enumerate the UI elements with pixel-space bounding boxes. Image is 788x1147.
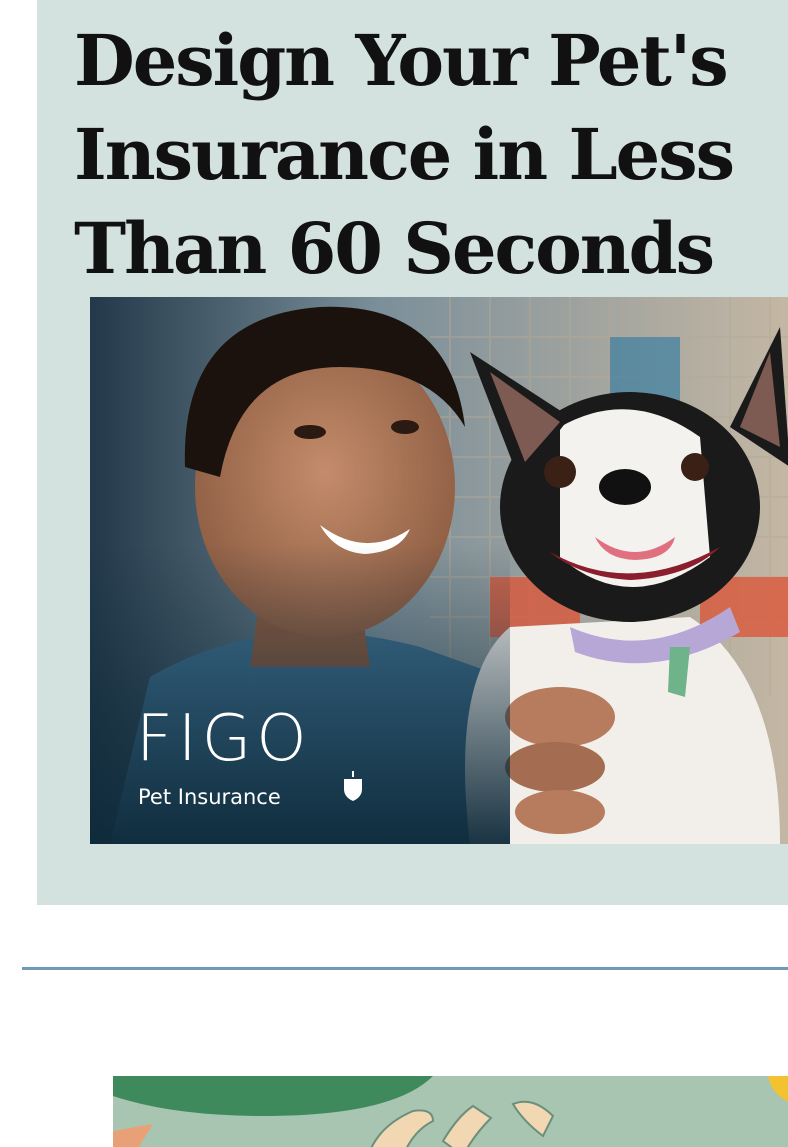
hands-illustration (113, 1076, 788, 1147)
page: Design Your Pet's Insurance in Less Than… (0, 0, 788, 1147)
figo-logo-wordmark: FIGO (136, 702, 312, 776)
figo-logo-subtitle: Pet Insurance (138, 785, 281, 809)
figo-ad-image[interactable]: FIGO Pet Insurance (90, 297, 788, 844)
promo-headline[interactable]: Design Your Pet's Insurance in Less Than… (74, 14, 788, 296)
figo-logo: FIGO Pet Insurance (136, 702, 396, 809)
promo-card[interactable]: Design Your Pet's Insurance in Less Than… (37, 0, 788, 905)
next-section-illustration (113, 1076, 788, 1147)
pet-tag-icon (344, 771, 362, 801)
section-divider (22, 967, 788, 970)
